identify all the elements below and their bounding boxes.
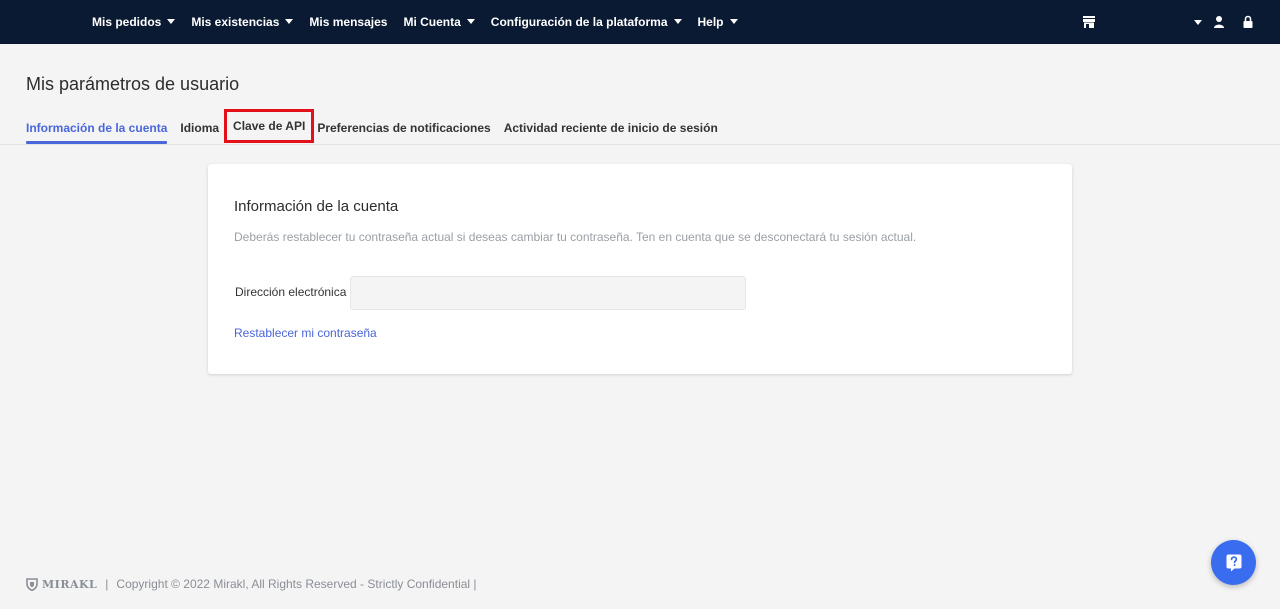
footer: MIRAKL | Copyright © 2022 Mirakl, All Ri… xyxy=(26,577,477,591)
page-title: Mis parámetros de usuario xyxy=(26,74,240,94)
nav-item-label: Mis existencias xyxy=(191,14,280,29)
nav-item-mis-pedidos[interactable]: Mis pedidos xyxy=(92,14,176,29)
tab-actividad-inicio-sesion[interactable]: Actividad reciente de inicio de sesión xyxy=(504,118,718,144)
nav-item-label: Configuración de la plataforma xyxy=(490,14,668,29)
nav-item-label: Help xyxy=(697,14,724,29)
nav-item-label: Mis pedidos xyxy=(92,14,162,29)
brand-name: MIRAKL xyxy=(42,577,98,591)
mirakl-logo-icon xyxy=(26,577,38,591)
caret-down-icon xyxy=(285,19,294,24)
card-description: Deberás restablecer tu contraseña actual… xyxy=(234,230,917,244)
user-icon[interactable] xyxy=(1214,16,1224,28)
chevron-down-icon[interactable] xyxy=(1194,20,1202,25)
top-navbar: Mis pedidos Mis existencias Mis mensajes… xyxy=(0,0,1280,44)
copyright-text: Copyright © 2022 Mirakl, All Rights Rese… xyxy=(116,577,477,591)
tab-idioma[interactable]: Idioma xyxy=(180,118,219,144)
tab-clave-api[interactable]: Clave de API xyxy=(224,109,315,143)
caret-down-icon xyxy=(673,19,682,24)
main-menu: Mis pedidos Mis existencias Mis mensajes… xyxy=(92,0,754,44)
account-info-card: Información de la cuenta Deberás restabl… xyxy=(208,164,1072,374)
tabs-divider xyxy=(0,144,1280,145)
nav-item-label: Mi Cuenta xyxy=(403,14,461,29)
tab-preferencias-notificaciones[interactable]: Preferencias de notificaciones xyxy=(317,118,490,144)
store-icon[interactable] xyxy=(1083,16,1095,28)
email-field[interactable] xyxy=(350,276,746,310)
lock-icon[interactable] xyxy=(1243,15,1253,28)
nav-item-mis-mensajes[interactable]: Mis mensajes xyxy=(309,15,387,29)
nav-item-configuracion[interactable]: Configuración de la plataforma xyxy=(491,15,682,29)
tab-informacion-cuenta[interactable]: Información de la cuenta xyxy=(26,118,168,144)
caret-down-icon xyxy=(167,19,176,24)
nav-item-mi-cuenta[interactable]: Mi Cuenta xyxy=(403,14,475,29)
caret-down-icon xyxy=(729,19,738,24)
email-label: Dirección electrónica xyxy=(235,285,347,299)
caret-down-icon xyxy=(466,19,475,24)
reset-password-link[interactable]: Restablecer mi contraseña xyxy=(234,326,377,340)
nav-item-label: Mis mensajes xyxy=(309,14,388,29)
nav-item-help[interactable]: Help xyxy=(698,15,738,29)
footer-separator: | xyxy=(105,577,109,591)
help-button[interactable] xyxy=(1211,540,1256,585)
settings-tabs: Información de la cuenta Idioma Clave de… xyxy=(26,109,731,145)
help-question-icon xyxy=(1226,554,1241,571)
nav-item-mis-existencias[interactable]: Mis existencias xyxy=(191,14,294,29)
card-title: Información de la cuenta xyxy=(234,198,399,215)
